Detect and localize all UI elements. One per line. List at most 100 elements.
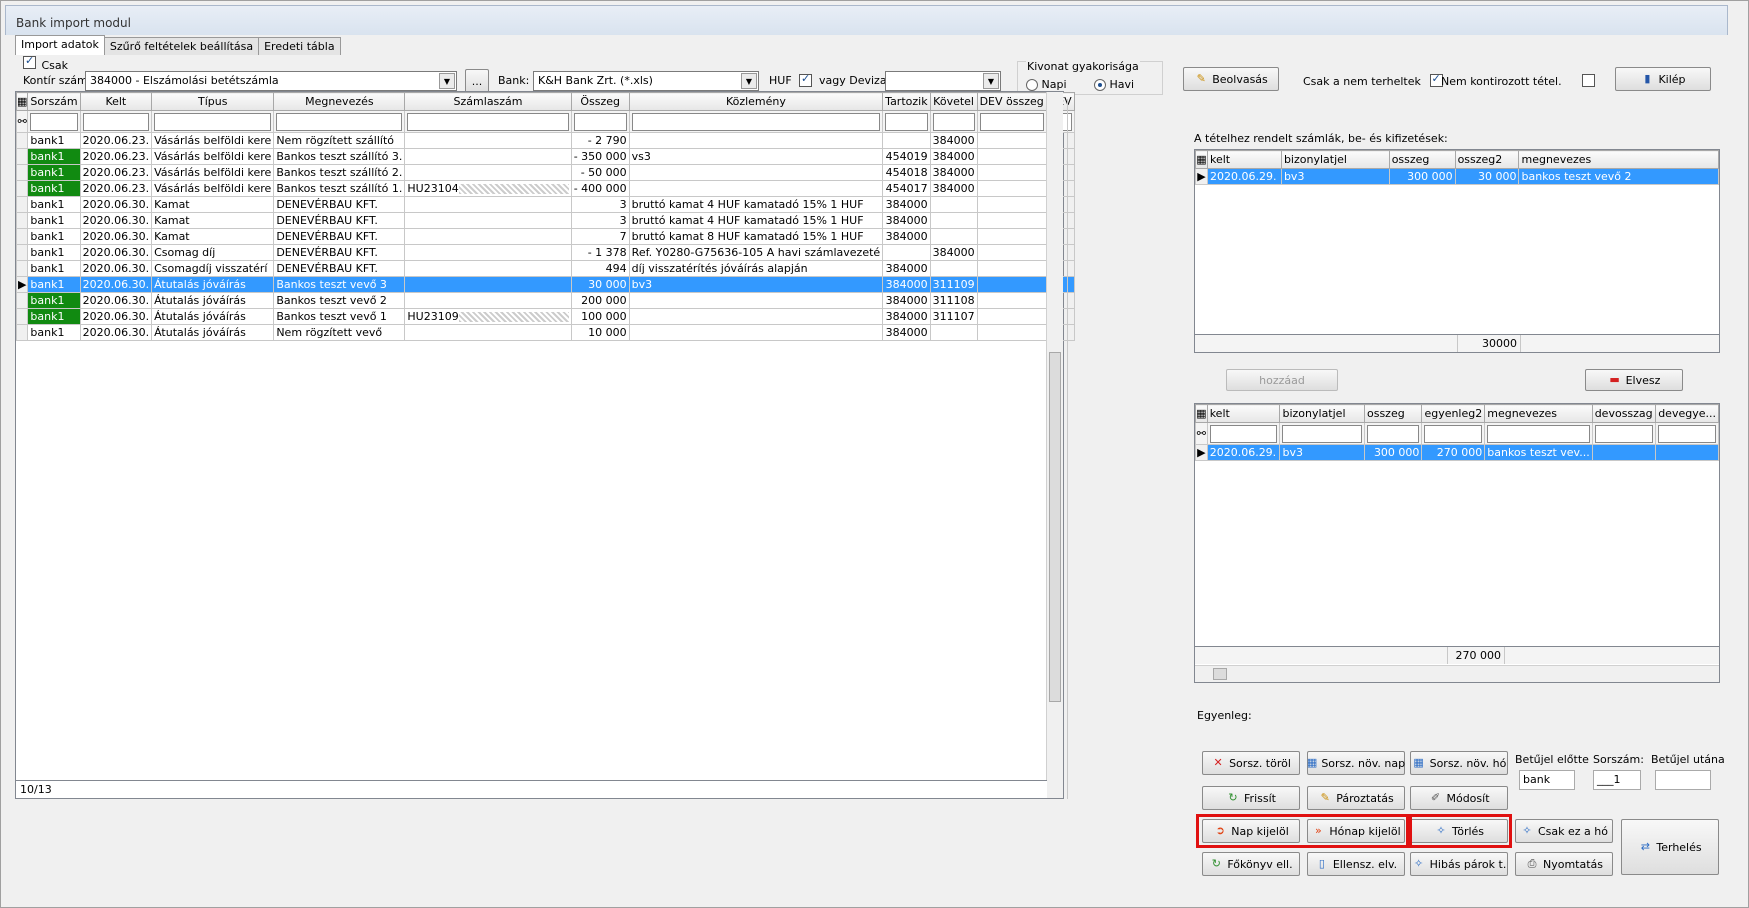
csak-checkbox-group[interactable]: Csak bbox=[23, 54, 68, 72]
filter-input[interactable] bbox=[407, 112, 569, 131]
chevron-down-icon[interactable]: ▼ bbox=[983, 73, 999, 89]
frissit-button[interactable]: ↻ Frissít bbox=[1202, 786, 1300, 810]
main-grid[interactable]: ▦ Sorszám Kelt Típus Megnevezés Számlasz… bbox=[15, 91, 1075, 799]
scroll-thumb[interactable] bbox=[1213, 668, 1227, 680]
filter-cell[interactable] bbox=[882, 110, 931, 133]
filter-cell[interactable] bbox=[976, 110, 1047, 133]
modosit-button[interactable]: ✐ Módosít bbox=[1410, 786, 1508, 810]
col-header[interactable]: kelt bbox=[1206, 404, 1281, 423]
nem-kontirozott-checkbox[interactable] bbox=[1582, 74, 1595, 87]
hozzaad-button[interactable]: hozzáad bbox=[1226, 369, 1338, 391]
col-header[interactable]: osszeg2 bbox=[1454, 150, 1520, 169]
main-grid-scrollbar[interactable] bbox=[1046, 92, 1063, 798]
row-indicator[interactable] bbox=[15, 212, 29, 229]
col-header[interactable]: Követel bbox=[929, 92, 978, 111]
filter-input[interactable] bbox=[573, 112, 627, 131]
hibas-parok-button[interactable]: ✧ Hibás párok t. bbox=[1410, 852, 1508, 876]
row-indicator[interactable] bbox=[15, 308, 29, 325]
sorsz-torol-button[interactable]: ✕ Sorsz. töröl bbox=[1202, 751, 1300, 775]
table-row[interactable]: ▶ 2020.06.29. bv3 300 000 30 000 bankos teszt… bbox=[1195, 168, 1719, 185]
beolvasas-button[interactable]: ✎ Beolvasás bbox=[1183, 67, 1279, 91]
table-row[interactable]: bank1 2020.06.30. Csomagdíj visszatérí DENE… bbox=[15, 260, 1075, 277]
sorsz-nov-nap-button[interactable]: ▦ Sorsz. növ. nap bbox=[1307, 751, 1405, 775]
filter-input[interactable] bbox=[631, 112, 881, 131]
binoculars-icon[interactable]: ⚯ bbox=[1195, 422, 1208, 445]
binoculars-icon[interactable]: ⚯ bbox=[15, 110, 29, 133]
col-header[interactable]: Közlemény bbox=[628, 92, 884, 111]
chevron-down-icon[interactable]: ▼ bbox=[439, 73, 455, 89]
filter-cell[interactable] bbox=[151, 110, 275, 133]
filter-cell[interactable] bbox=[1279, 422, 1365, 445]
row-indicator[interactable] bbox=[15, 180, 29, 197]
table-row[interactable]: bank1 2020.06.23. Vásárlás belföldi kere Ba… bbox=[15, 180, 1075, 197]
col-header[interactable]: Sorszám bbox=[27, 92, 81, 111]
filter-input[interactable] bbox=[979, 112, 1044, 131]
csak-ez-a-ho-button[interactable]: ✧ Csak ez a hó bbox=[1515, 819, 1613, 843]
filter-cell[interactable] bbox=[628, 110, 884, 133]
filter-cell[interactable] bbox=[1363, 422, 1423, 445]
row-indicator[interactable]: ▶ bbox=[1195, 444, 1208, 461]
col-header[interactable]: megnevezes bbox=[1484, 404, 1593, 423]
col-header[interactable]: kelt bbox=[1206, 150, 1282, 169]
filter-input[interactable] bbox=[30, 112, 78, 131]
balance-grid[interactable]: ▦ kelt bizonylatjel osszeg egyenleg2 megnevez… bbox=[1194, 403, 1720, 683]
betujel-elotte-input[interactable]: bank bbox=[1519, 770, 1575, 790]
col-header[interactable]: Típus bbox=[151, 92, 275, 111]
row-indicator[interactable]: ▶ bbox=[15, 276, 29, 293]
deviza-select[interactable]: ▼ bbox=[885, 71, 1001, 91]
filter-cell[interactable] bbox=[1655, 422, 1719, 445]
filter-cell[interactable] bbox=[79, 110, 153, 133]
sorszam-input[interactable]: ___1 bbox=[1593, 770, 1641, 790]
filter-cell[interactable] bbox=[1206, 422, 1281, 445]
betujel-utana-input[interactable] bbox=[1655, 770, 1711, 790]
balance-hscrollbar[interactable] bbox=[1195, 665, 1719, 682]
filter-input[interactable] bbox=[885, 112, 928, 131]
filter-input[interactable] bbox=[1282, 424, 1362, 443]
filter-cell[interactable] bbox=[1421, 422, 1486, 445]
tab-import-adatok[interactable]: Import adatok bbox=[15, 35, 105, 55]
filter-cell[interactable] bbox=[1484, 422, 1593, 445]
nyomtatas-button[interactable]: ⎙ Nyomtatás bbox=[1515, 852, 1613, 876]
col-header[interactable]: bizonylatjel bbox=[1280, 150, 1390, 169]
filter-input[interactable] bbox=[82, 112, 150, 131]
bank-select[interactable]: K&H Bank Zrt. (*.xls) ▼ bbox=[533, 71, 759, 91]
chevron-down-icon[interactable]: ▼ bbox=[741, 73, 757, 89]
filter-input[interactable] bbox=[154, 112, 272, 131]
ellensz-elv-button[interactable]: ▯ Ellensz. elv. bbox=[1307, 852, 1405, 876]
row-indicator[interactable] bbox=[15, 196, 29, 213]
filter-cell[interactable] bbox=[273, 110, 406, 133]
scroll-thumb[interactable] bbox=[1049, 352, 1061, 702]
napi-radio[interactable]: Napi bbox=[1026, 78, 1067, 91]
table-row[interactable]: bank1 2020.06.30. Csomag díj DENEVÉRBAU KFT… bbox=[15, 244, 1075, 261]
grid-menu-icon[interactable]: ▦ bbox=[15, 92, 29, 111]
row-indicator[interactable] bbox=[15, 132, 29, 149]
grid-menu-icon[interactable]: ▦ bbox=[1195, 404, 1208, 423]
kilep-button[interactable]: ▮ Kilép bbox=[1615, 67, 1711, 91]
filter-input[interactable] bbox=[1594, 424, 1654, 443]
filter-input[interactable] bbox=[1487, 424, 1590, 443]
filter-input[interactable] bbox=[1209, 424, 1278, 443]
col-header[interactable]: Összeg bbox=[570, 92, 630, 111]
kontir-select[interactable]: 384000 - Elszámolási betétszámla ▼ bbox=[85, 71, 457, 91]
col-header[interactable]: DEV összeg bbox=[976, 92, 1047, 111]
filter-input[interactable] bbox=[276, 112, 403, 131]
col-header[interactable]: Tartozik bbox=[882, 92, 931, 111]
col-header[interactable]: devosszag bbox=[1591, 404, 1657, 423]
col-header[interactable]: egyenleg2 bbox=[1421, 404, 1486, 423]
col-header[interactable]: megnevezes bbox=[1518, 150, 1719, 169]
filter-cell[interactable] bbox=[570, 110, 630, 133]
csak-checkbox[interactable] bbox=[23, 54, 36, 69]
elvesz-button[interactable]: ▬ Elvesz bbox=[1585, 369, 1683, 391]
col-header[interactable]: osszeg bbox=[1388, 150, 1456, 169]
row-indicator[interactable] bbox=[15, 324, 29, 341]
table-row[interactable]: bank1 2020.06.23. Vásárlás belföldi kere Ba… bbox=[15, 164, 1075, 181]
filter-cell[interactable] bbox=[929, 110, 978, 133]
row-indicator[interactable] bbox=[15, 148, 29, 165]
filter-input[interactable] bbox=[1366, 424, 1420, 443]
grid-menu-icon[interactable]: ▦ bbox=[1195, 150, 1208, 169]
table-row[interactable]: bank1 2020.06.30. Kamat DENEVÉRBAU KFT. 7 bru… bbox=[15, 228, 1075, 245]
row-indicator[interactable] bbox=[15, 292, 29, 309]
sorsz-nov-ho-button[interactable]: ▦ Sorsz. növ. hó bbox=[1410, 751, 1508, 775]
fokonyv-ell-button[interactable]: ↻ Főkönyv ell. bbox=[1202, 852, 1300, 876]
table-row[interactable]: bank1 2020.06.30. Átutalás jóváírás Bankos … bbox=[15, 292, 1075, 309]
